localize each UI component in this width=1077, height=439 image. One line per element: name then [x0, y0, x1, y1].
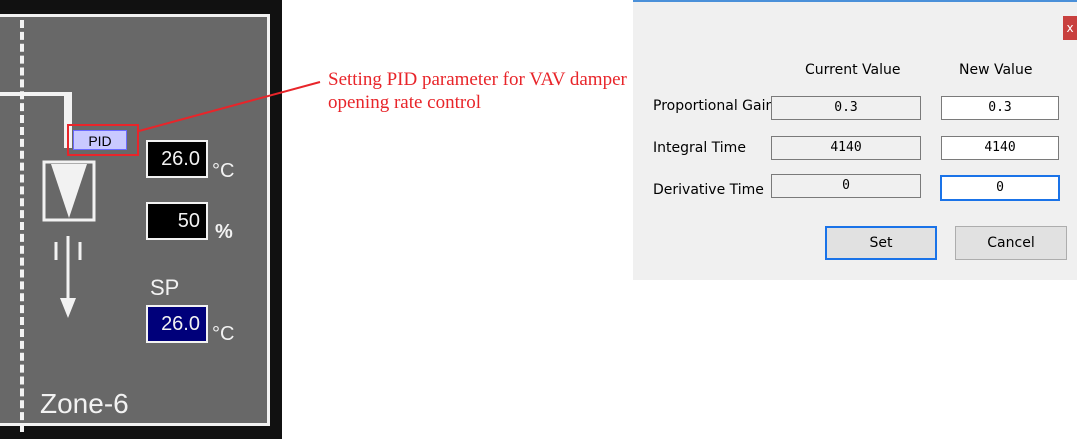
supply-duct-horizontal: [0, 92, 72, 96]
damper-percent-display: 50: [146, 202, 208, 240]
zone-panel: PID 26.0 °C 50 % SP 26.0 °C Zone-6: [0, 0, 282, 439]
zone-name: Zone-6: [40, 388, 129, 419]
integral-time-new-input[interactable]: 4140: [941, 136, 1059, 160]
setpoint-input[interactable]: 26.0: [146, 305, 208, 343]
percent-unit: %: [215, 221, 233, 243]
pid-highlight-box: PID: [67, 124, 139, 156]
current-value-header: Current Value: [805, 62, 901, 78]
proportional-gain-current: 0.3: [771, 96, 921, 120]
temperature-unit: °C: [212, 160, 235, 182]
pid-settings-dialog: x Current Value New Value Proportional G…: [633, 0, 1077, 280]
derivative-time-new-input[interactable]: 0: [940, 175, 1060, 201]
pid-button[interactable]: PID: [73, 130, 127, 150]
vav-damper-icon: [42, 160, 96, 222]
annotation-text: Setting PID parameter for VAV damper ope…: [328, 69, 627, 113]
cancel-button[interactable]: Cancel: [955, 226, 1067, 260]
close-button[interactable]: x: [1063, 16, 1077, 40]
integral-time-label: Integral Time: [653, 140, 746, 156]
zone-boundary-dashed-line: [20, 20, 24, 432]
setpoint-label: SP: [150, 275, 180, 300]
integral-time-current: 4140: [771, 136, 921, 160]
zone-temperature-display: 26.0: [146, 140, 208, 178]
new-value-header: New Value: [959, 62, 1033, 78]
setpoint-unit: °C: [212, 323, 235, 345]
set-button[interactable]: Set: [825, 226, 937, 260]
derivative-time-label: Derivative Time: [653, 182, 764, 198]
airflow-arrow-icon: [54, 236, 82, 318]
proportional-gain-new-input[interactable]: 0.3: [941, 96, 1059, 120]
proportional-gain-label: Proportional Gain: [653, 98, 775, 114]
derivative-time-current: 0: [771, 174, 921, 198]
